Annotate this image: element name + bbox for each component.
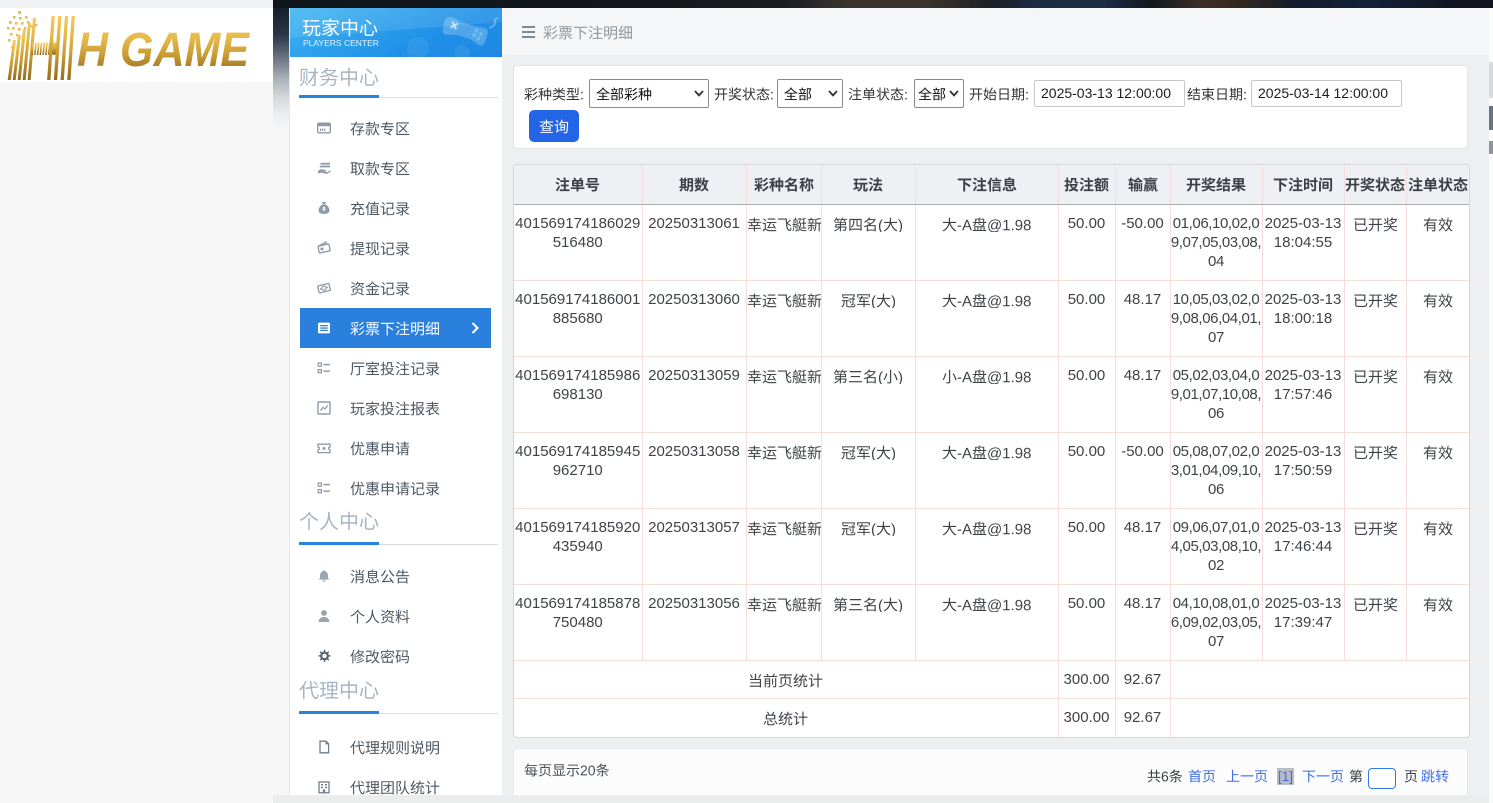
svg-text:H GAME: H GAME xyxy=(77,24,251,77)
